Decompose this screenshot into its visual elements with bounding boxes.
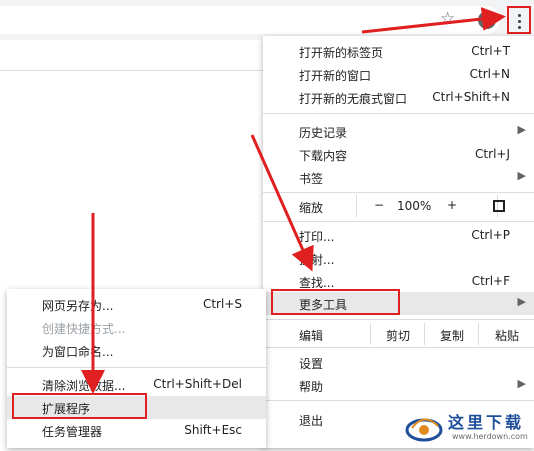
paste-label: 粘贴 xyxy=(494,329,519,343)
menu-separator xyxy=(263,221,534,222)
page-divider xyxy=(0,70,263,71)
browser-toolbar: ☆ xyxy=(0,0,534,40)
menu-separator xyxy=(263,400,534,401)
menu-item-more-tools[interactable]: 更多工具 ▶ xyxy=(263,292,534,315)
menu-separator xyxy=(263,319,534,320)
copy-button[interactable]: 复制 xyxy=(424,323,479,345)
submenu-item-shortcut: Shift+Esc xyxy=(184,423,242,437)
menu-item-help[interactable]: 帮助 ▶ xyxy=(263,374,534,397)
zoom-row: 缩放 − 100% + xyxy=(263,195,534,218)
submenu-item-shortcut: Ctrl+S xyxy=(202,297,242,311)
paste-button[interactable]: 粘贴 xyxy=(478,323,534,345)
submenu-item-label: 为窗口命名... xyxy=(42,345,114,359)
submenu-arrow-icon: ▶ xyxy=(517,169,526,182)
menu-separator xyxy=(263,347,534,348)
submenu-item-label: 任务管理器 xyxy=(42,425,103,439)
zoom-value: 100% xyxy=(397,199,432,213)
submenu-item-clear-browsing-data[interactable]: 清除浏览数据... Ctrl+Shift+Del xyxy=(7,373,266,396)
menu-item-label: 打印... xyxy=(299,230,335,244)
watermark-name: 这里下载 xyxy=(448,413,525,432)
menu-item-shortcut: Ctrl+N xyxy=(469,67,510,81)
chrome-menu-button[interactable] xyxy=(507,6,531,34)
submenu-item-label: 网页另存为... xyxy=(42,299,114,313)
menu-item-bookmarks[interactable]: 书签 ▶ xyxy=(263,166,534,189)
bookmark-star-icon[interactable]: ☆ xyxy=(440,10,455,28)
menu-item-shortcut: Ctrl+F xyxy=(471,274,510,288)
menu-item-shortcut: Ctrl+P xyxy=(471,228,510,242)
submenu-item-label: 清除浏览数据... xyxy=(42,379,126,393)
menu-item-label: 打开新的无痕式窗口 xyxy=(299,92,408,106)
menu-separator xyxy=(263,192,534,193)
submenu-item-label: 创建快捷方式... xyxy=(42,322,126,336)
menu-item-downloads[interactable]: 下载内容 Ctrl+J xyxy=(263,143,534,166)
copy-label: 复制 xyxy=(439,329,464,343)
watermark-url: www.herdown.com xyxy=(452,432,528,441)
menu-item-shortcut: Ctrl+J xyxy=(475,147,510,161)
cut-button[interactable]: 剪切 xyxy=(370,323,425,345)
menu-item-label: 退出 xyxy=(299,414,324,428)
zoom-label: 缩放 xyxy=(299,201,324,215)
site-watermark: 这里下载 www.herdown.com xyxy=(402,406,534,448)
menu-item-label: 打开新的标签页 xyxy=(299,46,384,60)
menu-item-label: 书签 xyxy=(299,172,324,186)
menu-item-label: 投射... xyxy=(299,253,335,267)
menu-item-cast[interactable]: 投射... xyxy=(263,247,534,270)
menu-item-shortcut: Ctrl+Shift+N xyxy=(432,90,510,104)
chrome-main-menu: 打开新的标签页 Ctrl+T 打开新的窗口 Ctrl+N 打开新的无痕式窗口 C… xyxy=(263,36,534,448)
submenu-item-shortcut: Ctrl+Shift+Del xyxy=(153,377,242,391)
menu-item-new-incognito-window[interactable]: 打开新的无痕式窗口 Ctrl+Shift+N xyxy=(263,86,534,109)
submenu-item-save-page-as[interactable]: 网页另存为... Ctrl+S xyxy=(7,293,266,316)
zoom-controls: − 100% + xyxy=(356,195,498,217)
menu-separator xyxy=(263,113,534,114)
submenu-separator xyxy=(7,367,266,368)
edit-label: 编辑 xyxy=(299,329,324,343)
menu-item-label: 设置 xyxy=(299,357,324,371)
menu-item-history[interactable]: 历史记录 ▶ xyxy=(263,120,534,143)
submenu-arrow-icon: ▶ xyxy=(517,123,526,136)
menu-item-label: 帮助 xyxy=(299,380,324,394)
menu-item-print[interactable]: 打印... Ctrl+P xyxy=(263,224,534,247)
submenu-item-extensions[interactable]: 扩展程序 xyxy=(7,396,266,419)
menu-item-shortcut: Ctrl+T xyxy=(471,44,510,58)
menu-item-label: 查找... xyxy=(299,276,335,290)
more-tools-submenu: 网页另存为... Ctrl+S 创建快捷方式... 为窗口命名... 清除浏览数… xyxy=(7,289,266,448)
submenu-arrow-icon: ▶ xyxy=(517,377,526,390)
menu-item-label: 历史记录 xyxy=(299,126,348,140)
zoom-out-button[interactable]: − xyxy=(374,198,384,212)
menu-item-label: 下载内容 xyxy=(299,149,348,163)
submenu-arrow-icon: ▶ xyxy=(517,295,526,308)
menu-item-new-window[interactable]: 打开新的窗口 Ctrl+N xyxy=(263,63,534,86)
submenu-item-task-manager[interactable]: 任务管理器 Shift+Esc xyxy=(7,419,266,442)
watermark-logo-icon xyxy=(405,418,443,442)
menu-item-new-tab[interactable]: 打开新的标签页 Ctrl+T xyxy=(263,40,534,63)
fullscreen-icon[interactable] xyxy=(493,200,505,212)
profile-avatar[interactable] xyxy=(478,11,496,29)
menu-item-label: 打开新的窗口 xyxy=(299,69,372,83)
menu-item-label: 更多工具 xyxy=(299,298,348,312)
edit-row: 编辑 剪切 复制 粘贴 xyxy=(263,323,534,345)
address-bar[interactable] xyxy=(0,6,500,34)
submenu-item-label: 扩展程序 xyxy=(42,402,91,416)
submenu-item-create-shortcut[interactable]: 创建快捷方式... xyxy=(7,316,266,339)
zoom-in-button[interactable]: + xyxy=(447,198,457,212)
menu-item-find[interactable]: 查找... Ctrl+F xyxy=(263,270,534,293)
submenu-item-name-window[interactable]: 为窗口命名... xyxy=(7,339,266,362)
cut-label: 剪切 xyxy=(385,329,410,343)
menu-item-settings[interactable]: 设置 xyxy=(263,351,534,374)
